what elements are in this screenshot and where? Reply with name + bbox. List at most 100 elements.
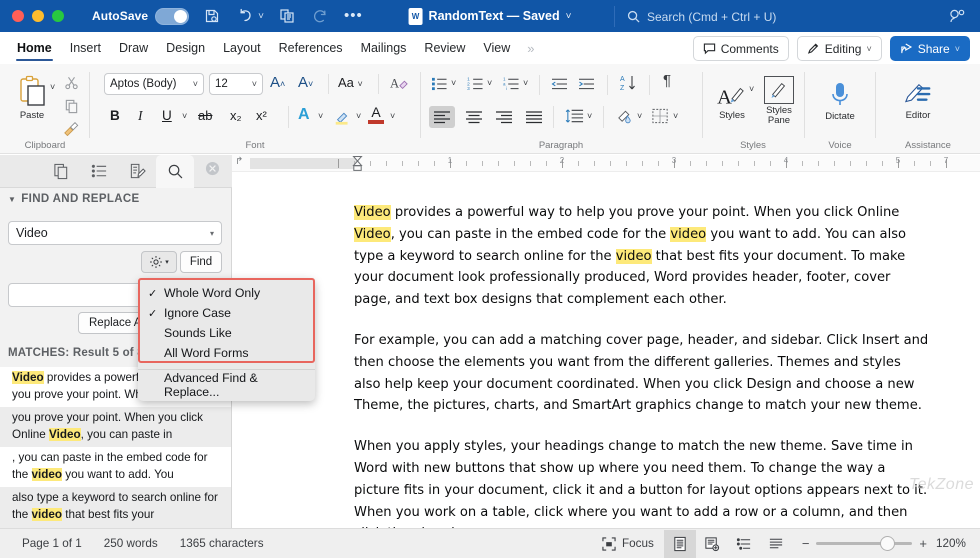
font-size-caret-icon[interactable]: ˅ [252,79,257,89]
close-panel-button[interactable] [205,161,220,181]
account-settings-icon[interactable] [948,8,966,31]
styles-caret-icon[interactable]: ˅ [749,84,754,94]
highlight-caret-icon[interactable]: ˅ [356,111,361,121]
document-paragraph-2[interactable]: For example, you can add a matching cove… [354,330,930,417]
find-options-gear-button[interactable]: ▾ [141,251,177,273]
comments-button[interactable]: Comments [692,36,789,61]
undo-dropdown-caret-icon[interactable]: ˅ [258,11,264,22]
shrink-font-button[interactable]: A˅ [298,74,313,91]
multilevel-list-button[interactable]: 1ai [501,74,521,92]
line-spacing-button[interactable] [563,106,585,126]
superscript-button[interactable]: x² [256,108,267,123]
font-name-box[interactable]: Aptos (Body) ˅ [104,73,204,95]
zoom-level-label[interactable]: 120% [936,537,970,550]
paste-caret-icon[interactable]: ˅ [50,82,55,92]
shading-caret-icon[interactable]: ˅ [637,111,642,121]
find-button[interactable]: Find [180,251,222,273]
minimize-window-button[interactable] [32,10,44,22]
draft-view-button[interactable] [760,530,792,558]
italic-button[interactable]: I [138,108,143,124]
document-page[interactable]: Video provides a powerful way to help yo… [232,172,980,528]
align-left-button[interactable] [429,106,455,128]
bullets-caret-icon[interactable]: ˅ [451,78,456,88]
clear-formatting-button[interactable]: A [388,73,410,93]
editor-button[interactable]: Editor [890,75,946,127]
change-case-caret-icon[interactable]: ˅ [358,79,363,89]
list-item[interactable]: , you can paste in the embed code for th… [0,447,231,487]
character-count[interactable]: 1365 characters [180,537,264,550]
font-color-caret-icon[interactable]: ˅ [390,111,395,121]
font-size-box[interactable]: 12 ˅ [209,73,263,95]
document-paragraph-1[interactable]: Video provides a powerful way to help yo… [354,202,930,311]
document-area[interactable]: ↱ 1 2 3 4 5 7 Video provides a powerful … [232,155,980,528]
format-painter-button[interactable] [60,119,82,137]
text-effects-button[interactable]: A [298,106,310,124]
find-options-menu[interactable]: ✓ Whole Word Only ✓ Ignore Case Sounds L… [138,278,315,401]
panel-tab-outline[interactable] [80,155,118,188]
paragraph-direction-icon[interactable]: ↱ [235,156,243,167]
sort-button[interactable]: AZ [619,73,639,93]
tab-insert[interactable]: Insert [61,33,110,63]
decrease-indent-button[interactable] [549,74,569,92]
numbering-button[interactable]: 123 [465,74,485,92]
tab-review[interactable]: Review [415,33,474,63]
focus-mode-button[interactable]: Focus [592,536,664,551]
indent-marker[interactable] [352,155,363,172]
cut-button[interactable] [62,73,80,91]
bold-button[interactable]: B [110,108,120,123]
tab-mailings[interactable]: Mailings [352,33,416,63]
shading-button[interactable] [613,106,635,126]
window-controls[interactable] [12,10,64,22]
borders-button[interactable] [649,106,671,126]
horizontal-ruler[interactable]: ↱ 1 2 3 4 5 7 [232,155,980,172]
list-item[interactable]: you prove your point. When you click Onl… [0,407,231,447]
gear-caret-icon[interactable]: ▾ [165,258,169,266]
more-commands-icon[interactable]: ••• [344,8,363,23]
subscript-button[interactable]: x₂ [230,108,242,123]
tab-overflow-icon[interactable]: » [519,41,542,56]
show-formatting-marks-button[interactable]: ¶ [663,72,671,89]
tab-references[interactable]: References [270,33,352,63]
font-color-button[interactable]: A [368,104,384,124]
styles-pane-button[interactable]: Styles Pane [759,72,799,130]
line-spacing-caret-icon[interactable]: ˅ [587,111,592,121]
search-box[interactable]: Search (Cmd + Ctrl + U) [614,6,914,27]
strikethrough-button[interactable]: ab [198,108,212,123]
document-paragraph-3[interactable]: When you apply styles, your headings cha… [354,436,930,528]
panel-tab-thumbnails[interactable] [42,155,80,188]
share-caret-icon[interactable]: ˅ [955,44,960,54]
font-name-caret-icon[interactable]: ˅ [193,79,198,89]
menu-item-sounds-like[interactable]: Sounds Like [138,323,315,343]
panel-tab-review[interactable] [118,155,156,188]
save-icon[interactable] [202,6,222,26]
menu-item-whole-word-only[interactable]: ✓ Whole Word Only [138,283,315,303]
highlight-button[interactable] [332,105,354,127]
panel-heading-row[interactable]: ▼ FIND AND REPLACE [8,193,140,205]
menu-item-advanced-find-replace[interactable]: Advanced Find & Replace... [138,371,315,399]
zoom-out-button[interactable]: − [802,536,810,551]
underline-caret-icon[interactable]: ˅ [182,111,187,121]
editing-mode-button[interactable]: Editing ˅ [796,36,882,61]
outline-view-button[interactable] [728,530,760,558]
autosave-toggle[interactable] [155,7,190,25]
tab-draw[interactable]: Draw [110,33,157,63]
list-item[interactable]: also type a keyword to search online for… [0,487,231,527]
change-case-button[interactable]: Aa ˅ [338,75,363,90]
text-effects-caret-icon[interactable]: ˅ [318,111,323,121]
maximize-window-button[interactable] [52,10,64,22]
refresh-icon[interactable] [310,6,330,26]
redo-paste-icon[interactable] [277,6,297,26]
numbering-caret-icon[interactable]: ˅ [487,78,492,88]
collapse-triangle-icon[interactable]: ▼ [8,195,16,204]
zoom-slider-handle[interactable] [880,536,896,551]
increase-indent-button[interactable] [576,74,596,92]
zoom-control[interactable]: − + [802,536,927,551]
grow-font-button[interactable]: A˄ [270,74,285,91]
undo-icon[interactable] [235,6,255,26]
document-title-caret-icon[interactable]: ˅ [566,11,572,22]
panel-tab-search[interactable] [156,154,194,188]
copy-button[interactable] [62,97,80,115]
page-count[interactable]: Page 1 of 1 [22,537,82,550]
menu-item-all-word-forms[interactable]: All Word Forms [138,343,315,363]
tab-home[interactable]: Home [8,33,61,63]
